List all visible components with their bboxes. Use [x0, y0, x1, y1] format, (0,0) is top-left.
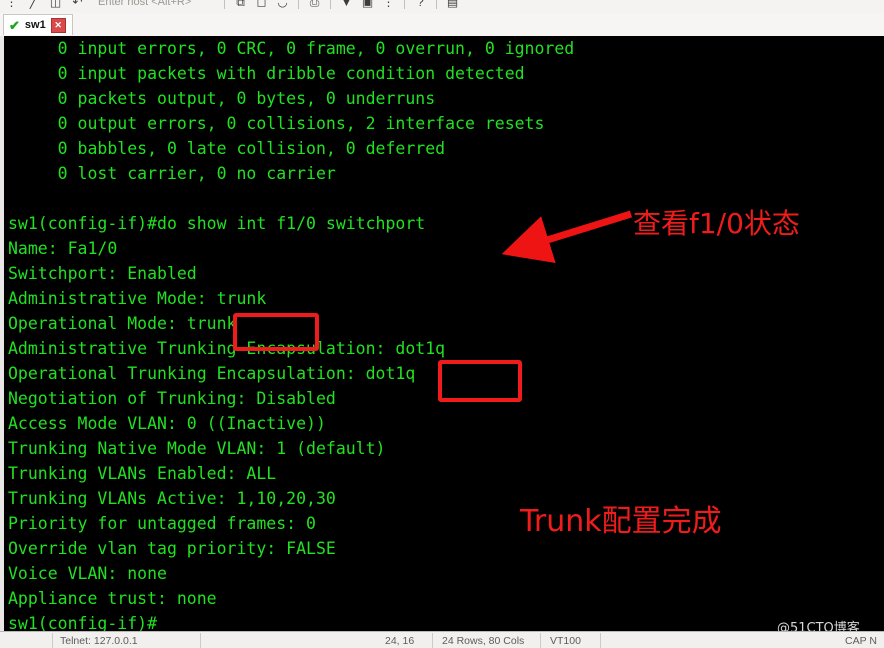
status-emulation: VT100 — [550, 635, 581, 647]
terminal-screen[interactable]: 0 input errors, 0 CRC, 0 frame, 0 overru… — [4, 36, 884, 631]
quick-connect-icon[interactable]: ╱ — [26, 0, 41, 10]
terminal-line: Negotiation of Trunking: Disabled — [8, 389, 336, 408]
find-icon[interactable]: ◡ — [275, 0, 290, 10]
terminal-frame: 0 input errors, 0 CRC, 0 frame, 0 overru… — [0, 36, 884, 631]
toolbar-divider — [404, 0, 405, 9]
status-divider — [600, 633, 601, 648]
terminal-line: Trunking Native Mode VLAN: 1 (default) — [8, 439, 386, 458]
terminal-line: Switchport: Enabled — [8, 264, 197, 283]
status-caps: CAP N — [845, 635, 877, 647]
copy-icon[interactable]: ⧉ — [233, 0, 248, 10]
info-icon[interactable]: ⋮ — [381, 0, 396, 10]
log-icon[interactable]: ▣ — [360, 0, 375, 10]
terminal-line: sw1(config-if)# — [8, 614, 158, 631]
notes-icon[interactable]: ▤ — [445, 0, 460, 10]
screen-root: ⋮ ╱ ◫ ↶ Enter host <Alt+R> ⧉ ◻ ◡ ⎙ ▼ ▣ ⋮… — [0, 0, 884, 648]
terminal-line: Trunking VLANs Active: 1,10,20,30 — [8, 489, 336, 508]
terminal-line: Access Mode VLAN: 0 ((Inactive)) — [8, 414, 326, 433]
terminal-line: Trunking VLANs Enabled: ALL — [8, 464, 277, 483]
host-input[interactable]: Enter host <Alt+R> — [98, 0, 191, 8]
terminal-line: 0 input errors, 0 CRC, 0 frame, 0 overru… — [8, 39, 575, 58]
close-icon[interactable]: ✕ — [50, 17, 66, 33]
terminal-line: 0 output errors, 0 collisions, 2 interfa… — [8, 114, 545, 133]
toolbar-divider — [436, 0, 437, 9]
terminal-line: Voice VLAN: none — [8, 564, 167, 583]
status-divider — [200, 633, 201, 648]
terminal-line: 0 packets output, 0 bytes, 0 underruns — [8, 89, 436, 108]
filter-icon[interactable]: ▼ — [339, 0, 354, 10]
toolbar-divider — [330, 0, 331, 9]
status-divider — [540, 633, 541, 648]
reconnect-icon[interactable]: ↶ — [70, 0, 85, 10]
toolbar: ⋮ ╱ ◫ ↶ Enter host <Alt+R> ⧉ ◻ ◡ ⎙ ▼ ▣ ⋮… — [0, 0, 884, 14]
tab-sw1[interactable]: ✔ sw1 ✕ — [3, 14, 73, 35]
annotation-view-status: 查看f1/0状态 — [633, 207, 800, 240]
toolbar-divider — [298, 0, 299, 9]
status-cursor: 24, 16 — [385, 635, 415, 647]
annotation-trunk-done: Trunk配置完成 — [520, 504, 722, 539]
terminal-line: Priority for untagged frames: 0 — [8, 514, 316, 533]
terminal-line: Administrative Mode: trunk — [8, 289, 267, 308]
status-size: 24 Rows, 80 Cols — [442, 635, 525, 647]
toolbar-left-icons: ⋮ ╱ ◫ ↶ Enter host <Alt+R> — [0, 0, 192, 13]
status-bar: Telnet: 127.0.0.1 24, 16 24 Rows, 80 Col… — [0, 631, 884, 648]
menu-icon[interactable]: ⋮ — [4, 0, 19, 10]
tab-strip: ✔ sw1 ✕ — [0, 13, 884, 37]
status-divider — [432, 633, 433, 648]
print-icon[interactable]: ⎙ — [307, 0, 322, 10]
tab-label: sw1 — [24, 19, 46, 31]
status-connection: Telnet: 127.0.0.1 — [60, 635, 138, 647]
terminal-line: 0 babbles, 0 late collision, 0 deferred — [8, 139, 446, 158]
terminal-line: 0 lost carrier, 0 no carrier — [8, 164, 336, 183]
terminal-line: Operational Trunking Encapsulation: dot1… — [8, 364, 416, 383]
help-icon[interactable]: ? — [413, 0, 428, 10]
terminal-output: 0 input errors, 0 CRC, 0 frame, 0 overru… — [4, 36, 884, 631]
terminal-line: 0 input packets with dribble condition d… — [8, 64, 525, 83]
connected-check-icon: ✔ — [9, 17, 20, 33]
watermark: @51CTO博客 — [777, 621, 860, 631]
toolbar-right-icons: ⧉ ◻ ◡ ⎙ ▼ ▣ ⋮ ? ▤ — [222, 0, 460, 13]
session-icon[interactable]: ◫ — [48, 0, 63, 10]
terminal-line: Administrative Trunking Encapsulation: d… — [8, 339, 446, 358]
terminal-line: Operational Mode: trunk — [8, 314, 237, 333]
paste-icon[interactable]: ◻ — [254, 0, 269, 10]
terminal-line: Override vlan tag priority: FALSE — [8, 539, 336, 558]
status-divider — [52, 633, 53, 648]
toolbar-divider — [224, 0, 225, 9]
terminal-line: Appliance trust: none — [8, 589, 217, 608]
